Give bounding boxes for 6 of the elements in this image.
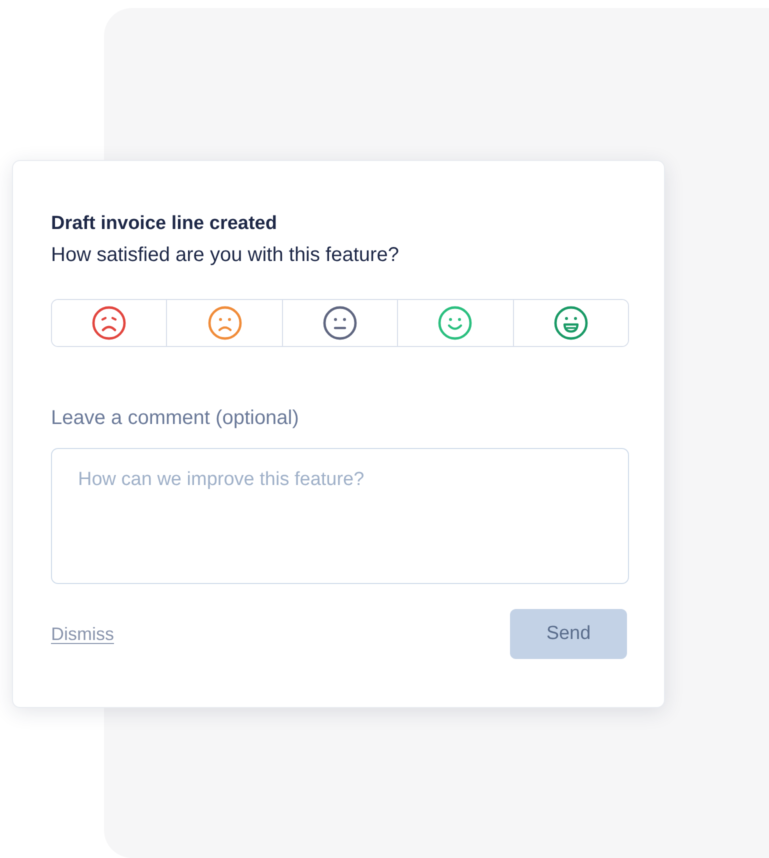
dismiss-link[interactable]: Dismiss [51, 624, 114, 644]
question-text: How satisfied are you with this feature? [51, 243, 400, 268]
comment-field[interactable]: How can we improve this feature? [51, 448, 629, 584]
card-title: Draft invoice line created [51, 212, 278, 236]
rating-option[interactable] [52, 300, 168, 346]
comment-label: Leave a comment (optional) [51, 406, 300, 431]
